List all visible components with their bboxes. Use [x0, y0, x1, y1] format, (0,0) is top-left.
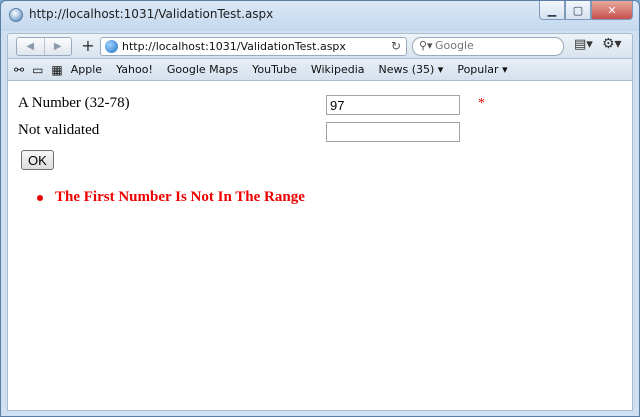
- bookmark-wikipedia[interactable]: Wikipedia: [311, 63, 365, 76]
- forward-button[interactable]: ▶: [43, 38, 72, 55]
- grid-icon[interactable]: ▦: [51, 63, 62, 77]
- forward-arrow-icon: ▶: [53, 41, 62, 52]
- validation-message: The First Number Is Not In The Range: [37, 189, 305, 206]
- window-title: http://localhost:1031/ValidationTest.asp…: [29, 7, 274, 21]
- bullet-icon: [37, 195, 43, 201]
- gear-icon[interactable]: ⚙▾: [602, 36, 622, 52]
- page-menu-icon[interactable]: ▤▾: [574, 37, 593, 52]
- bookmark-apple[interactable]: Apple: [71, 63, 102, 76]
- search-input[interactable]: [435, 39, 555, 52]
- add-bookmark-button[interactable]: +: [78, 37, 98, 56]
- search-box[interactable]: ⚲▾: [412, 37, 564, 56]
- search-icon[interactable]: ⚲▾: [419, 39, 433, 52]
- maximize-button[interactable]: ▢: [565, 1, 591, 20]
- not-validated-label: Not validated: [18, 122, 100, 138]
- validation-summary: The First Number Is Not In The Range: [37, 189, 305, 206]
- number-input[interactable]: [326, 95, 460, 115]
- close-button[interactable]: ✕: [591, 1, 633, 20]
- browser-toolbar: ◀ ▶ + http://localhost:1031/ValidationTe…: [7, 33, 633, 59]
- browser-window: http://localhost:1031/ValidationTest.asp…: [0, 0, 640, 417]
- safari-globe-icon: [9, 8, 23, 22]
- book-icon[interactable]: ▭: [32, 63, 43, 77]
- address-url[interactable]: http://localhost:1031/ValidationTest.asp…: [122, 40, 346, 53]
- glasses-icon[interactable]: ⚯: [14, 63, 24, 77]
- plus-icon: +: [81, 36, 95, 55]
- validation-asterisk: *: [478, 96, 485, 111]
- bookmark-news[interactable]: News (35) ▾: [379, 63, 444, 76]
- not-validated-input[interactable]: [326, 122, 460, 142]
- bookmark-google-maps[interactable]: Google Maps: [167, 63, 238, 76]
- minimize-button[interactable]: ▁: [539, 1, 565, 20]
- bookmark-yahoo[interactable]: Yahoo!: [116, 63, 153, 76]
- reload-icon[interactable]: ↻: [391, 39, 401, 53]
- title-bar: http://localhost:1031/ValidationTest.asp…: [1, 1, 639, 31]
- back-arrow-icon: ◀: [26, 41, 35, 52]
- address-bar[interactable]: http://localhost:1031/ValidationTest.asp…: [100, 37, 407, 56]
- bookmark-popular[interactable]: Popular ▾: [457, 63, 507, 76]
- back-button[interactable]: ◀: [17, 38, 44, 55]
- bookmarks-bar: ⚯ ▭ ▦ Apple Yahoo! Google Maps YouTube W…: [7, 59, 633, 81]
- bookmark-youtube[interactable]: YouTube: [252, 63, 297, 76]
- number-field-label: A Number (32-78): [18, 95, 130, 111]
- site-globe-icon: [105, 40, 118, 53]
- page-content: A Number (32-78) * Not validated OK The …: [7, 81, 633, 411]
- nav-buttons: ◀ ▶: [16, 37, 72, 56]
- ok-button[interactable]: OK: [21, 150, 54, 170]
- window-controls: ▁ ▢ ✕: [539, 1, 633, 21]
- validation-message-text: The First Number Is Not In The Range: [55, 189, 305, 205]
